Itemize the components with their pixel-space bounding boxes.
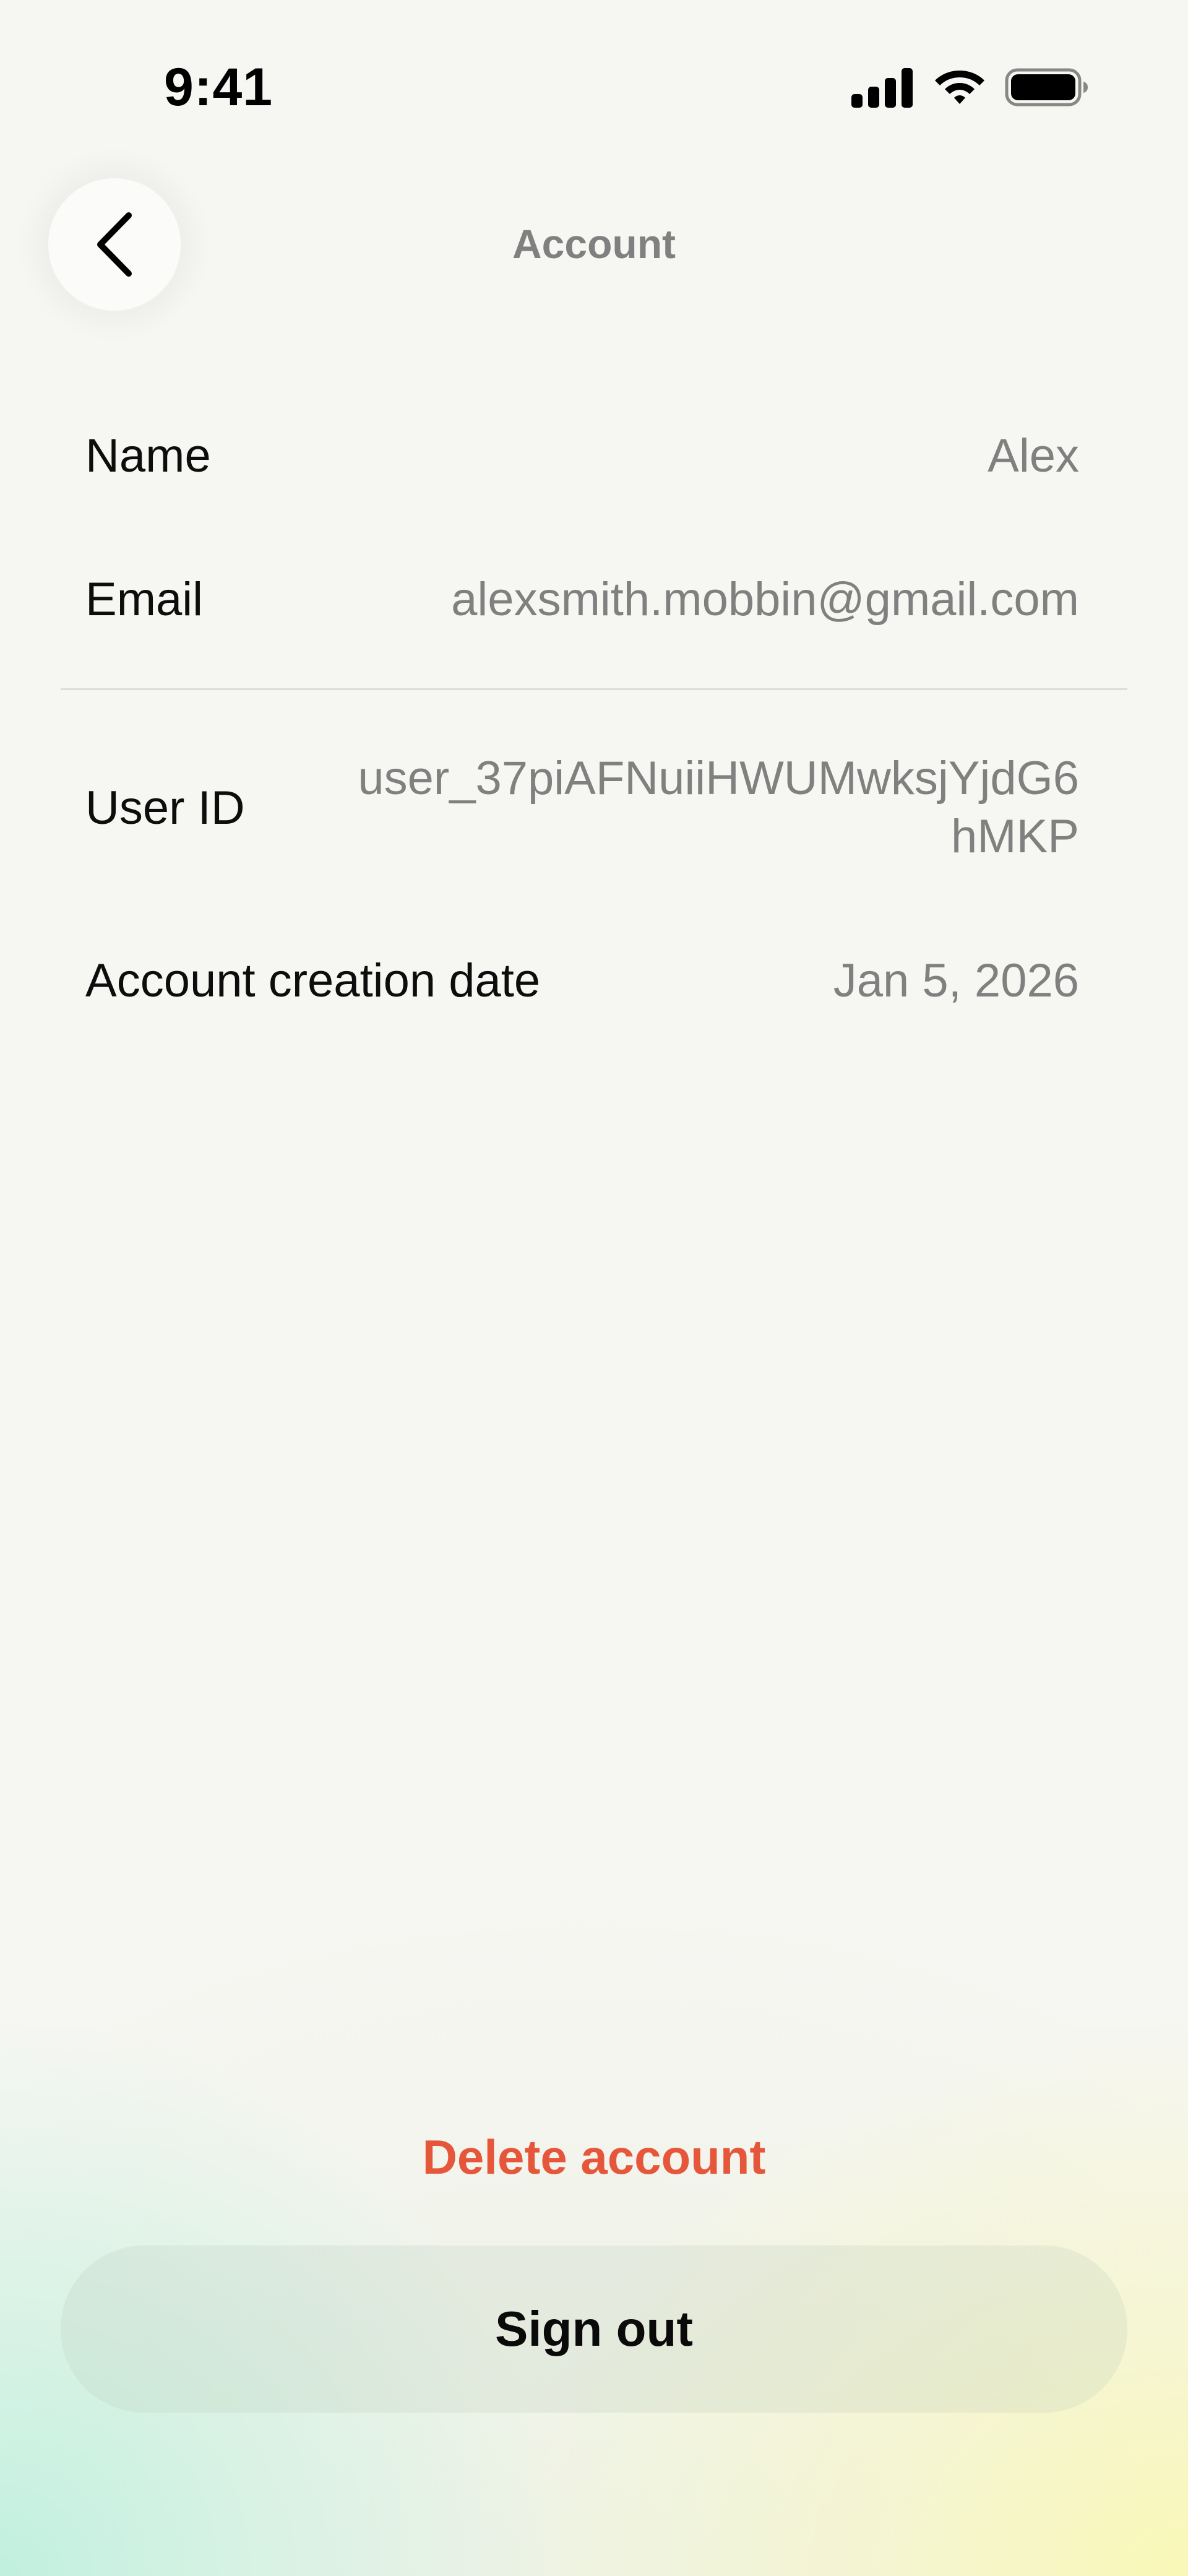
user-id-row: User ID user_37piAFNuiiHWUMwksjYjdG6hMKP — [85, 749, 1079, 867]
delete-account-button[interactable]: Delete account — [0, 2129, 1188, 2185]
creation-date-label: Account creation date — [85, 954, 541, 1007]
name-row: Name Alex — [85, 425, 1079, 486]
email-row: Email alexsmith.mobbin@gmail.com — [85, 568, 1079, 630]
user-id-label: User ID — [85, 781, 245, 834]
battery-icon — [1005, 68, 1088, 106]
status-time: 9:41 — [164, 58, 273, 117]
section-divider — [61, 688, 1127, 690]
creation-date-value: Jan 5, 2026 — [833, 954, 1079, 1007]
wifi-icon — [935, 71, 984, 104]
cellular-signal-icon — [851, 68, 913, 108]
user-id-value: user_37piAFNuiiHWUMwksjYjdG6hMKP — [358, 752, 1079, 863]
name-value: Alex — [988, 429, 1079, 482]
email-value: alexsmith.mobbin@gmail.com — [451, 573, 1079, 626]
status-bar: 9:41 — [0, 0, 1188, 173]
creation-date-row: Account creation date Jan 5, 2026 — [85, 949, 1079, 1011]
page-title: Account — [512, 221, 676, 267]
name-label: Name — [85, 429, 211, 482]
sign-out-button[interactable]: Sign out — [61, 2245, 1127, 2413]
email-label: Email — [85, 573, 204, 626]
background-gradient — [0, 0, 1188, 2576]
